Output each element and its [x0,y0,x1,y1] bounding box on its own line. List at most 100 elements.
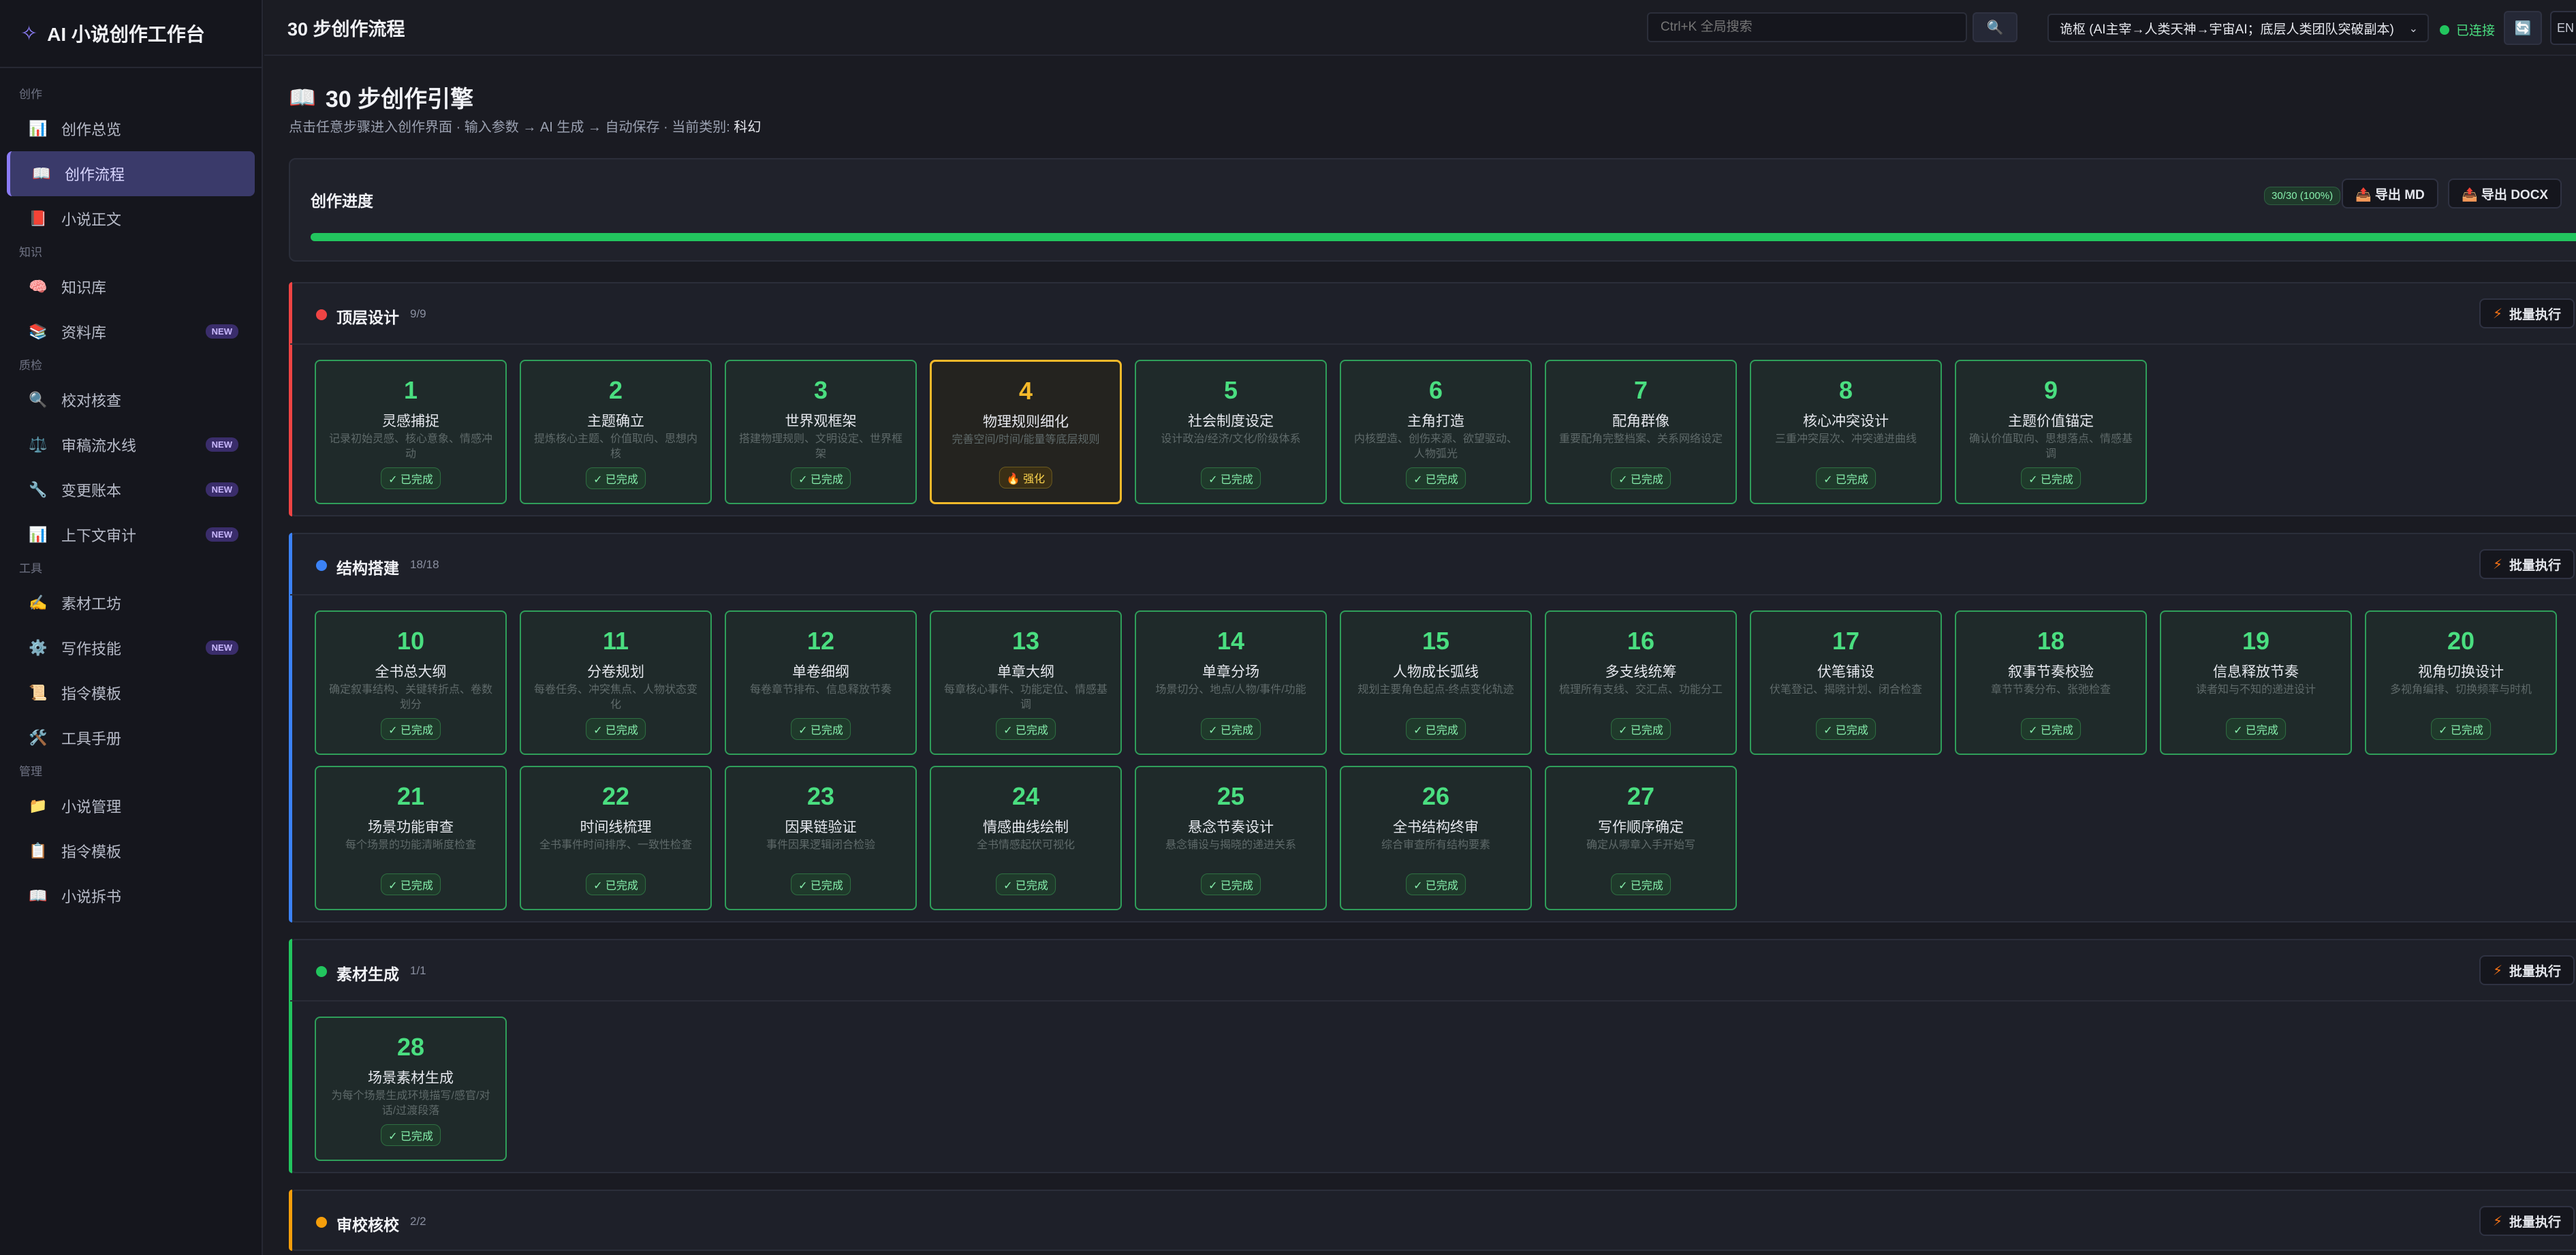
export-md-button[interactable]: 📤 导出 MD [2342,179,2438,208]
step-card[interactable]: 23 因果链验证 事件因果逻辑闭合检验 ✓ 已完成 [725,766,917,910]
step-card[interactable]: 8 核心冲突设计 三重冲突层次、冲突递进曲线 ✓ 已完成 [1750,360,1942,504]
refresh-icon: 🔄 [2514,20,2532,36]
step-card[interactable]: 5 社会制度设定 设计政治/经济/文化/阶级体系 ✓ 已完成 [1135,360,1327,504]
sidebar-item-label: 指令模板 [61,843,122,861]
status-dot-icon [2440,25,2449,35]
sidebar-item[interactable]: 📖 小说拆书 [7,873,255,918]
step-description: 三重冲突层次、冲突递进曲线 [1774,433,1917,445]
step-description: 章节节奏分布、张弛检查 [1990,684,2111,696]
export-docx-button[interactable]: 📤 导出 DOCX [2448,179,2562,208]
step-card[interactable]: 2 主题确立 提炼核心主题、价值取向、思想内核 ✓ 已完成 [520,360,712,504]
sidebar-item[interactable]: 🔍 校对核查 [7,377,255,422]
sidebar-item[interactable]: ✍️ 素材工坊 [7,580,255,625]
step-card[interactable]: 21 场景功能审查 每个场景的功能清晰度检查 ✓ 已完成 [315,766,507,910]
sidebar-item[interactable]: 📚 资料库 NEW [7,309,255,354]
step-title: 叙事节奏校验 [2008,664,2094,680]
phase-panel: 顶层设计9/9⚡批量执行▼ 1灵感捕捉记录初始灵感、核心意象、情感冲动✓ 已完成2… [289,282,2576,516]
batch-execute-button[interactable]: ⚡ 批量执行 [2479,955,2575,985]
phase-header[interactable]: 结构搭建18/18⚡批量执行▼ [290,534,2576,595]
step-card[interactable]: 18 叙事节奏校验 章节节奏分布、张弛检查 ✓ 已完成 [1955,610,2147,755]
chevron-down-icon: ⌄ [2408,23,2418,35]
step-number: 17 [1832,627,1860,655]
step-card[interactable]: 20 视角切换设计 多视角编排、切换频率与时机 ✓ 已完成 [2365,610,2557,755]
batch-execute-button[interactable]: ⚡ 批量执行 [2479,298,2575,328]
batch-execute-button[interactable]: ⚡ 批量执行 [2479,549,2575,579]
sidebar-item[interactable]: 📖 创作流程 [7,151,255,196]
step-status-badge: ✓ 已完成 [791,873,851,895]
sidebar-item[interactable]: 🔧 变更账本 NEW [7,467,255,512]
step-card[interactable]: 12 单卷细纲 每卷章节排布、信息释放节奏 ✓ 已完成 [725,610,917,755]
sidebar-item[interactable]: ⚖️ 审稿流水线 NEW [7,422,255,467]
step-card[interactable]: 26 全书结构终审 综合审查所有结构要素 ✓ 已完成 [1340,766,1532,910]
step-card[interactable]: 13 单章大纲 每章核心事件、功能定位、情感基调 ✓ 已完成 [930,610,1122,755]
step-title: 主题价值锚定 [2008,414,2094,429]
sidebar-item-label: 小说正文 [61,211,122,228]
step-description: 提炼核心主题、价值取向、思想内核 [533,433,697,460]
step-card[interactable]: 27 写作顺序确定 确定从哪章入手开始写 ✓ 已完成 [1545,766,1737,910]
sidebar-item[interactable]: 🧠 知识库 [7,264,255,309]
step-title: 场景功能审查 [368,820,454,835]
step-card[interactable]: 1 灵感捕捉 记录初始灵感、核心意象、情感冲动 ✓ 已完成 [315,360,507,504]
step-card[interactable]: 16 多支线统筹 梳理所有支线、交汇点、功能分工 ✓ 已完成 [1545,610,1737,755]
phase-dot-icon [316,560,327,571]
batch-execute-label: 批量执行 [2509,307,2561,322]
sidebar-item[interactable]: 📜 指令模板 [7,670,255,715]
sidebar-section-label: 工具 [19,562,42,575]
step-card[interactable]: 11 分卷规划 每卷任务、冲突焦点、人物状态变化 ✓ 已完成 [520,610,712,755]
step-status-badge: ✓ 已完成 [1406,873,1466,895]
sidebar-item-label: 资料库 [61,324,107,341]
step-number: 11 [602,627,629,655]
step-card[interactable]: 3 世界观框架 搭建物理规则、文明设定、世界框架 ✓ 已完成 [725,360,917,504]
global-search-input[interactable] [1647,12,1967,42]
step-card[interactable]: 19 信息释放节奏 读者知与不知的递进设计 ✓ 已完成 [2160,610,2352,755]
step-card[interactable]: 17 伏笔铺设 伏笔登记、揭晓计划、闭合检查 ✓ 已完成 [1750,610,1942,755]
tools-icon: 🛠️ [29,729,48,746]
sidebar-section-label: 创作 [19,88,42,101]
step-status-badge: ✓ 已完成 [2021,718,2081,740]
step-card[interactable]: 6 主角打造 内核塑造、创伤来源、欲望驱动、人物弧光 ✓ 已完成 [1340,360,1532,504]
refresh-button[interactable]: 🔄 [2504,11,2542,45]
search-button[interactable]: 🔍 [1973,12,2017,42]
phase-header[interactable]: 素材生成1/1⚡批量执行▼ [290,940,2576,1002]
lightning-icon: ⚡ [2492,557,2502,572]
sidebar-item[interactable]: 📊 创作总览 [7,106,255,151]
open-book-icon: 📖 [32,165,51,182]
language-toggle[interactable]: EN [2550,11,2576,45]
step-card[interactable]: 24 情感曲线绘制 全书情感起伏可视化 ✓ 已完成 [930,766,1122,910]
step-title: 配角群像 [1612,414,1669,429]
step-card[interactable]: 25 悬念节奏设计 悬念铺设与揭晓的递进关系 ✓ 已完成 [1135,766,1327,910]
sidebar-item[interactable]: 📊 上下文审计 NEW [7,512,255,557]
language-label: EN [2557,20,2575,35]
step-card[interactable]: 14 单章分场 场景切分、地点/人物/事件/功能 ✓ 已完成 [1135,610,1327,755]
sidebar: ✧ AI 小说创作工作台 创作 📊 创作总览 📖 创作流程 📕 小说正文 知识 🧠 知识库 📚 资料库… [0,0,263,1255]
step-title: 写作顺序确定 [1598,820,1684,835]
phase-header[interactable]: 顶层设计9/9⚡批量执行▼ [290,283,2576,345]
step-card[interactable]: 7 配角群像 重要配角完整档案、关系网络设定 ✓ 已完成 [1545,360,1737,504]
sidebar-item[interactable]: 📕 小说正文 [7,196,255,241]
step-card[interactable]: 10 全书总大纲 确定叙事结构、关键转折点、卷数划分 ✓ 已完成 [315,610,507,755]
batch-execute-button[interactable]: ⚡ 批量执行 [2479,1206,2575,1236]
phase-panel: 结构搭建18/18⚡批量执行▼ 10全书总大纲确定叙事结构、关键转折点、卷数划分✓… [289,533,2576,923]
step-title: 因果链验证 [785,820,857,835]
step-card[interactable]: 15 人物成长弧线 规划主要角色起点-终点变化轨迹 ✓ 已完成 [1340,610,1532,755]
step-status-badge: ✓ 已完成 [1611,718,1671,740]
step-card[interactable]: 22 时间线梳理 全书事件时间排序、一致性检查 ✓ 已完成 [520,766,712,910]
step-status-badge: ✓ 已完成 [2226,718,2286,740]
sidebar-item-label: 工具手册 [61,730,122,747]
sidebar-item-label: 上下文审计 [61,527,137,544]
sidebar-item-label: 变更账本 [61,482,122,499]
step-card[interactable]: 9 主题价值锚定 确认价值取向、思想落点、情感基调 ✓ 已完成 [1955,360,2147,504]
step-status-badge: 🔥 强化 [999,467,1053,489]
sidebar-item[interactable]: 📁 小说管理 [7,784,255,828]
sidebar-item[interactable]: 📋 指令模板 [7,828,255,873]
step-card[interactable]: 28 场景素材生成 为每个场景生成环境描写/感官/对话/过渡段落 ✓ 已完成 [315,1017,507,1161]
sidebar-item[interactable]: ⚙️ 写作技能 NEW [7,625,255,670]
scales-icon: ⚖️ [29,436,48,453]
sidebar-item[interactable]: 🛠️ 工具手册 [7,715,255,760]
phase-header[interactable]: 审校核校2/2⚡批量执行▶ [290,1191,2576,1252]
step-card[interactable]: 4 物理规则细化 完善空间/时间/能量等底层规则 🔥 强化 [930,360,1122,504]
books-icon: 📚 [29,323,48,340]
batch-execute-label: 批量执行 [2509,964,2561,979]
novel-select[interactable]: 诡枢 (AI主宰→人类天神→宇宙AI；底层人类团队突破副本) ⌄ [2047,14,2429,42]
step-number: 25 [1216,782,1245,810]
